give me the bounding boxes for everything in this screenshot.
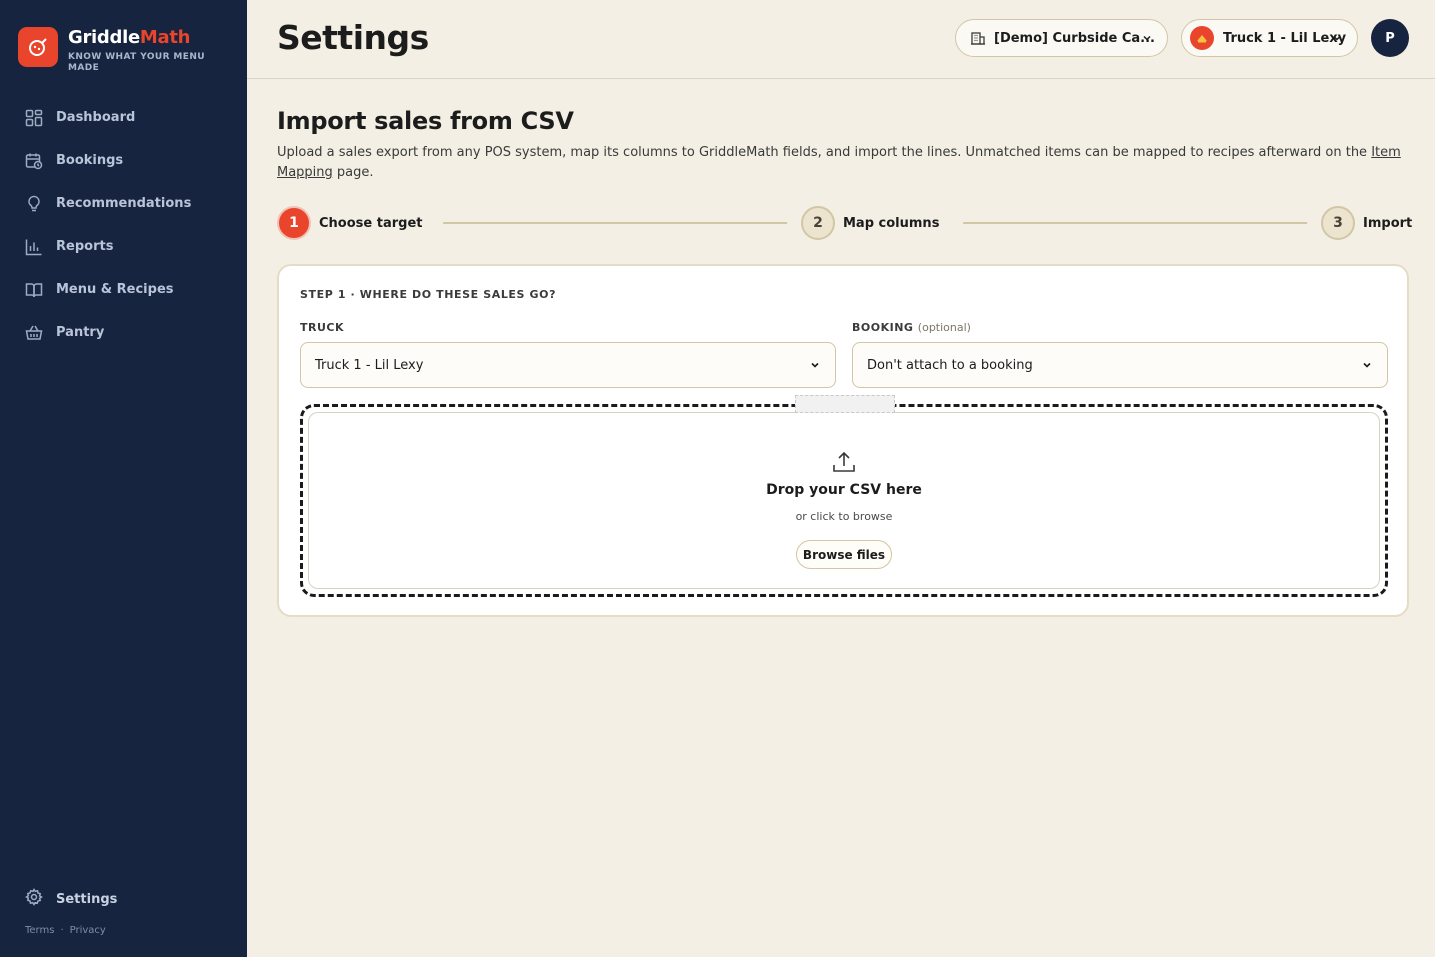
truck-field-label: TRUCK bbox=[300, 321, 345, 334]
top-header: Settings [Demo] Curbside Ca... Truck 1 -… bbox=[247, 0, 1435, 79]
step-map-columns[interactable]: 2 Map columns bbox=[801, 206, 939, 240]
drop-title: Drop your CSV here bbox=[766, 482, 922, 498]
step-connector bbox=[443, 222, 787, 224]
brand-name: GriddleMath bbox=[68, 27, 191, 48]
step-number: 2 bbox=[801, 206, 835, 240]
griddlemath-logo-icon bbox=[18, 27, 58, 67]
step-connector bbox=[963, 222, 1307, 224]
brand[interactable]: GriddleMath KNOW WHAT YOUR MENU MADE bbox=[18, 27, 218, 74]
browse-files-button[interactable]: Browse files bbox=[796, 540, 892, 569]
import-description: Upload a sales export from any POS syste… bbox=[277, 145, 1401, 180]
truck-selector[interactable]: Truck 1 - Lil Lexy bbox=[1181, 19, 1358, 57]
step-number: 3 bbox=[1321, 206, 1355, 240]
sidebar-nav: Dashboard Bookings Recommendations Repor… bbox=[0, 96, 247, 354]
sidebar-item-bookings[interactable]: Bookings bbox=[0, 139, 247, 182]
sidebar-item-reports[interactable]: Reports bbox=[0, 225, 247, 268]
sidebar-item-label: Reports bbox=[56, 239, 114, 254]
truck-selector-label: Truck 1 - Lil Lexy bbox=[1223, 30, 1347, 46]
step-import[interactable]: 3 Import bbox=[1321, 206, 1412, 240]
terms-link[interactable]: Terms bbox=[25, 925, 54, 936]
bar-chart-icon bbox=[25, 238, 43, 256]
sidebar-item-pantry[interactable]: Pantry bbox=[0, 311, 247, 354]
truck-avatar-icon bbox=[1190, 26, 1214, 50]
building-icon bbox=[970, 30, 986, 46]
drop-subtitle: or click to browse bbox=[795, 510, 893, 523]
step-label: Map columns bbox=[843, 215, 940, 231]
step-label: Import bbox=[1363, 215, 1413, 231]
org-selector-label: [Demo] Curbside Ca... bbox=[994, 30, 1155, 46]
booking-field-label: BOOKING (optional) bbox=[852, 321, 971, 334]
import-title: Import sales from CSV bbox=[277, 107, 574, 135]
footer-separator: · bbox=[60, 925, 64, 936]
booking-select-value: Don't attach to a booking bbox=[867, 357, 1033, 373]
sidebar-item-menu-recipes[interactable]: Menu & Recipes bbox=[0, 268, 247, 311]
privacy-link[interactable]: Privacy bbox=[70, 925, 106, 936]
upload-icon bbox=[831, 449, 857, 479]
sidebar: GriddleMath KNOW WHAT YOUR MENU MADE Das… bbox=[0, 0, 247, 957]
chevron-down-icon bbox=[809, 359, 821, 375]
user-avatar[interactable]: P bbox=[1371, 19, 1409, 57]
csv-dropzone[interactable]: Drop your CSV here or click to browse Br… bbox=[300, 395, 1388, 597]
dashboard-icon bbox=[25, 109, 43, 127]
sidebar-item-settings[interactable]: Settings bbox=[25, 888, 117, 910]
sidebar-item-label: Recommendations bbox=[56, 196, 192, 211]
basket-icon bbox=[25, 324, 43, 342]
card-heading: STEP 1 · WHERE DO THESE SALES GO? bbox=[300, 288, 557, 301]
booking-select[interactable]: Don't attach to a booking bbox=[852, 342, 1388, 388]
sidebar-settings-label: Settings bbox=[56, 891, 118, 907]
org-selector[interactable]: [Demo] Curbside Ca... bbox=[955, 19, 1168, 57]
step-label: Choose target bbox=[319, 215, 423, 231]
chevron-down-icon bbox=[1141, 32, 1153, 48]
import-stepper: 1 Choose target 2 Map columns 3 Import bbox=[277, 206, 1412, 240]
truck-select-value: Truck 1 - Lil Lexy bbox=[315, 357, 424, 373]
sidebar-item-label: Dashboard bbox=[56, 110, 136, 125]
chevron-down-icon bbox=[1331, 32, 1343, 48]
sidebar-item-label: Pantry bbox=[56, 325, 105, 340]
lightbulb-icon bbox=[25, 195, 43, 213]
gear-icon bbox=[25, 888, 56, 910]
chevron-down-icon bbox=[1361, 359, 1373, 375]
sidebar-footer: Terms · Privacy bbox=[25, 925, 106, 936]
sidebar-item-label: Menu & Recipes bbox=[56, 282, 174, 297]
truck-select[interactable]: Truck 1 - Lil Lexy bbox=[300, 342, 836, 388]
sidebar-item-dashboard[interactable]: Dashboard bbox=[0, 96, 247, 139]
page-title: Settings bbox=[277, 18, 429, 57]
book-icon bbox=[25, 281, 43, 299]
sidebar-item-label: Bookings bbox=[56, 153, 124, 168]
calendar-clock-icon bbox=[25, 152, 43, 170]
step-number: 1 bbox=[277, 206, 311, 240]
brand-tagline: KNOW WHAT YOUR MENU MADE bbox=[68, 52, 205, 73]
sidebar-item-recommendations[interactable]: Recommendations bbox=[0, 182, 247, 225]
target-card: STEP 1 · WHERE DO THESE SALES GO? TRUCK … bbox=[277, 264, 1409, 617]
drag-ghost-preview bbox=[795, 395, 895, 413]
step-choose-target[interactable]: 1 Choose target bbox=[277, 206, 422, 240]
